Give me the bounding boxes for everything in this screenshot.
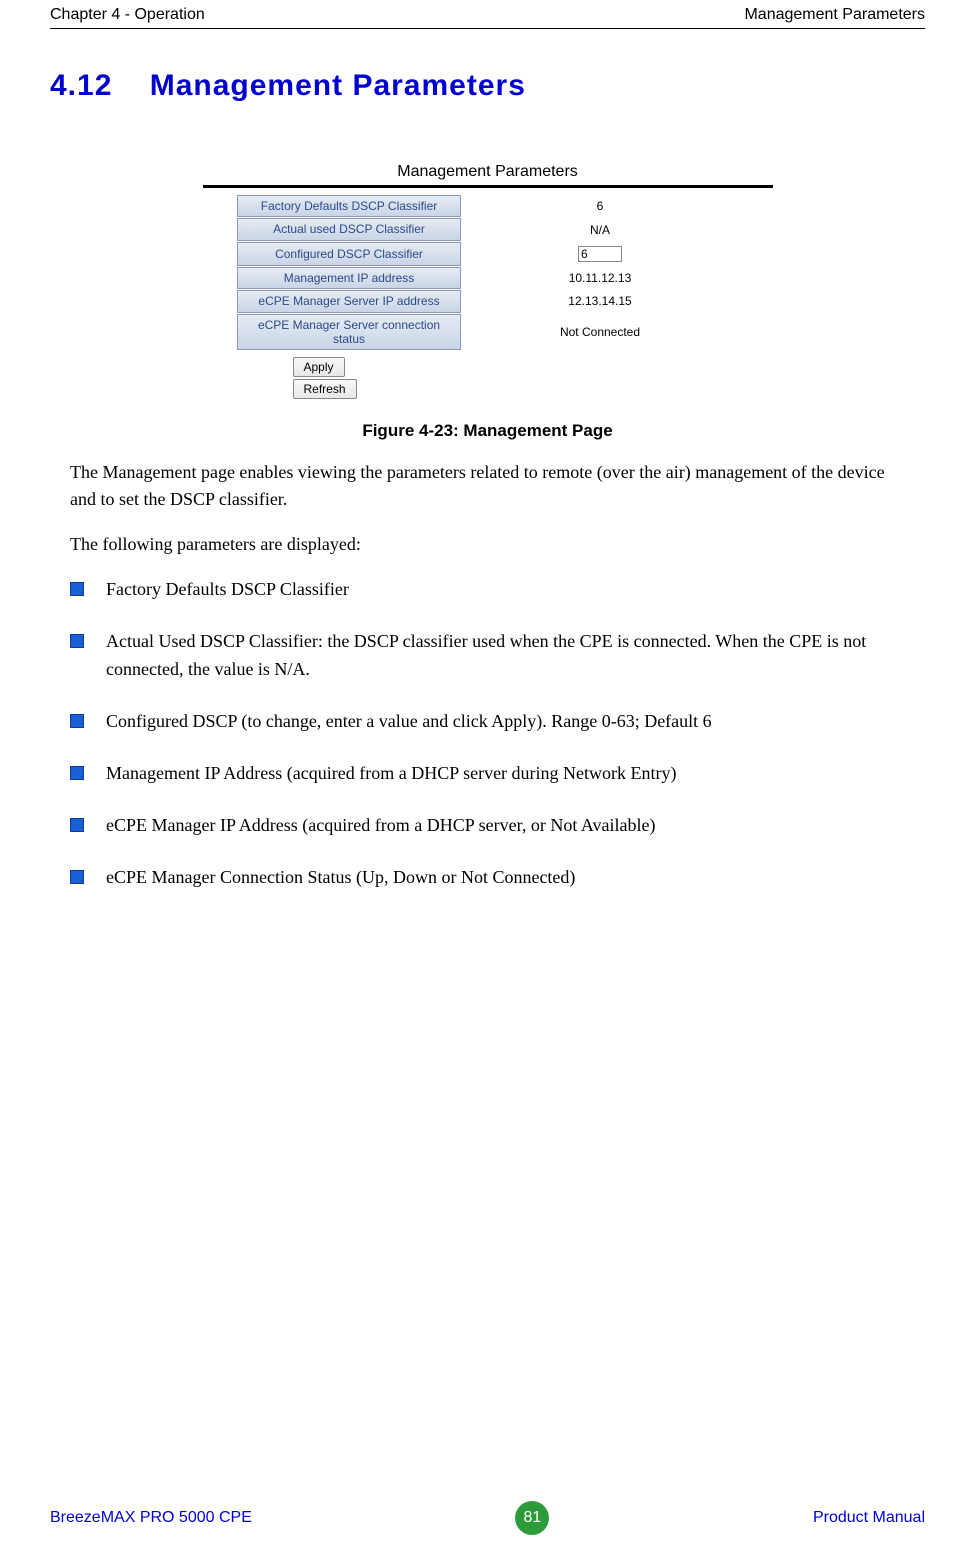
configured-dscp-input[interactable] bbox=[578, 246, 622, 262]
row-value bbox=[462, 242, 738, 266]
apply-button[interactable]: Apply bbox=[293, 357, 345, 377]
table-row: Configured DSCP Classifier bbox=[237, 242, 738, 266]
row-value: Not Connected bbox=[462, 314, 738, 351]
row-label: Management IP address bbox=[237, 267, 461, 289]
panel-rule bbox=[203, 185, 773, 188]
table-row: eCPE Manager Server connection status No… bbox=[237, 314, 738, 351]
table-row: Management IP address 10.11.12.13 bbox=[237, 267, 738, 289]
section-heading: 4.12 Management Parameters bbox=[50, 69, 925, 103]
row-label: eCPE Manager Server connection status bbox=[237, 314, 461, 351]
following-paragraph: The following parameters are displayed: bbox=[50, 531, 925, 558]
refresh-button[interactable]: Refresh bbox=[293, 379, 357, 399]
page-header: Chapter 4 - Operation Management Paramet… bbox=[50, 0, 925, 29]
management-params-table: Factory Defaults DSCP Classifier 6 Actua… bbox=[236, 194, 739, 351]
list-item: Factory Defaults DSCP Classifier bbox=[70, 576, 905, 604]
table-row: Actual used DSCP Classifier N/A bbox=[237, 218, 738, 240]
header-left: Chapter 4 - Operation bbox=[50, 6, 205, 24]
list-item: eCPE Manager Connection Status (Up, Down… bbox=[70, 864, 905, 892]
row-label: Factory Defaults DSCP Classifier bbox=[237, 195, 461, 217]
bullet-list: Factory Defaults DSCP Classifier Actual … bbox=[50, 576, 925, 891]
intro-paragraph: The Management page enables viewing the … bbox=[50, 459, 925, 513]
section-number: 4.12 bbox=[50, 69, 112, 102]
row-label: Configured DSCP Classifier bbox=[237, 242, 461, 266]
footer-page-number: 81 bbox=[515, 1501, 549, 1535]
row-value: 6 bbox=[462, 195, 738, 217]
header-right: Management Parameters bbox=[744, 6, 925, 24]
page-footer: BreezeMAX PRO 5000 CPE 81 Product Manual bbox=[50, 1501, 925, 1535]
list-item: Configured DSCP (to change, enter a valu… bbox=[70, 708, 905, 736]
panel-title: Management Parameters bbox=[203, 163, 773, 181]
figure-caption: Figure 4-23: Management Page bbox=[50, 421, 925, 441]
row-label: eCPE Manager Server IP address bbox=[237, 290, 461, 312]
list-item: eCPE Manager IP Address (acquired from a… bbox=[70, 812, 905, 840]
table-row: eCPE Manager Server IP address 12.13.14.… bbox=[237, 290, 738, 312]
list-item: Management IP Address (acquired from a D… bbox=[70, 760, 905, 788]
table-row: Factory Defaults DSCP Classifier 6 bbox=[237, 195, 738, 217]
row-value: N/A bbox=[462, 218, 738, 240]
row-label: Actual used DSCP Classifier bbox=[237, 218, 461, 240]
footer-right: Product Manual bbox=[813, 1509, 925, 1527]
section-title-text: Management Parameters bbox=[150, 69, 526, 102]
list-item: Actual Used DSCP Classifier: the DSCP cl… bbox=[70, 628, 905, 684]
row-value: 12.13.14.15 bbox=[462, 290, 738, 312]
management-screenshot: Management Parameters Factory Defaults D… bbox=[50, 163, 925, 401]
row-value: 10.11.12.13 bbox=[462, 267, 738, 289]
footer-left: BreezeMAX PRO 5000 CPE bbox=[50, 1509, 252, 1527]
